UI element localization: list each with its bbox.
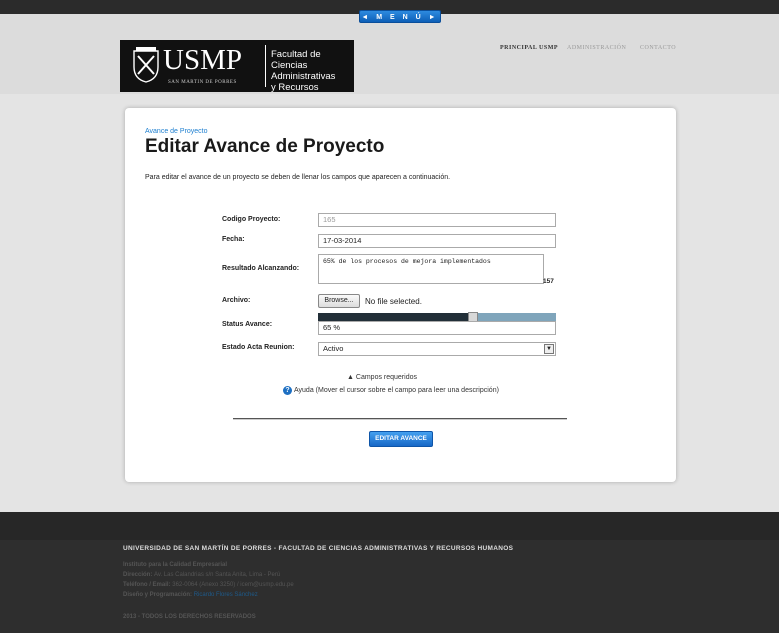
footer-diseno: Diseño y Programación: Ricardo Flores Sá… — [123, 592, 258, 598]
header — [0, 14, 779, 94]
char-counter: 157 — [543, 278, 554, 285]
chevron-down-icon[interactable]: ▼ — [544, 344, 554, 354]
help-note[interactable]: ? Ayuda (Mover el cursor sobre el campo p… — [283, 386, 499, 395]
logo-separator — [265, 45, 266, 87]
triangle-icon: ▲ — [347, 374, 354, 381]
estado-select[interactable]: Activo ▼ — [318, 342, 556, 356]
fecha-label: Fecha: — [222, 236, 245, 243]
intro-text: Para editar el avance de un proyecto se … — [145, 174, 451, 181]
form-card: Avance de Proyecto Editar Avance de Proy… — [125, 108, 676, 482]
estado-label: Estado Acta Reunion: — [222, 344, 295, 351]
fecha-field[interactable]: 17-03-2014 — [318, 234, 556, 248]
resultado-textarea[interactable]: 65% de los procesos de mejora implementa… — [318, 254, 544, 284]
page-title: Editar Avance de Proyecto — [145, 136, 385, 157]
required-note: ▲ Campos requeridos — [347, 374, 417, 381]
designer-link[interactable]: Ricardo Flores Sánchez — [194, 592, 258, 598]
logo-text: USMP — [163, 44, 242, 76]
logo-subtext: SAN MARTIN DE PORRES — [168, 80, 237, 85]
file-status: No file selected. — [365, 297, 422, 306]
resultado-label: Resultado Alcanzando: — [222, 265, 300, 272]
nav-contacto[interactable]: CONTACTO — [640, 45, 676, 51]
editar-avance-button[interactable]: EDITAR AVANCE — [369, 431, 433, 447]
divider — [233, 418, 567, 420]
nav-principal-usmp[interactable]: PRINCIPAL USMP — [500, 45, 558, 51]
footer-band — [0, 512, 779, 540]
status-slider[interactable] — [318, 312, 556, 322]
footer-copyright: 2013 - TODOS LOS DERECHOS RESERVADOS — [123, 614, 256, 620]
status-field[interactable]: 65 % — [318, 321, 556, 335]
footer-telefono: Teléfono / Email: 362-0064 (Anexo 3250) … — [123, 582, 294, 588]
help-icon[interactable]: ? — [283, 386, 292, 395]
status-label: Status Avance: — [222, 321, 273, 328]
footer: UNIVERSIDAD DE SAN MARTÍN DE PORRES - FA… — [0, 512, 779, 633]
slider-fill — [318, 313, 473, 321]
codigo-label: Codigo Proyecto: — [222, 216, 281, 223]
browse-button[interactable]: Browse... — [318, 294, 360, 308]
menu-toggle-button[interactable]: ◄ M E N Ú ► — [359, 10, 441, 23]
nav-administracion[interactable]: ADMINISTRACIÓN — [567, 45, 626, 51]
breadcrumb[interactable]: Avance de Proyecto — [145, 128, 208, 135]
usmp-logo[interactable]: USMP SAN MARTIN DE PORRES Facultad de Ci… — [120, 40, 354, 104]
footer-direccion: Dirección: Av. Las Calandrias s/n Santa … — [123, 572, 281, 578]
crest-icon — [133, 47, 159, 83]
footer-institute: Instituto para la Calidad Empresarial — [123, 562, 228, 568]
codigo-field[interactable]: 165 — [318, 213, 556, 227]
archivo-label: Archivo: — [222, 297, 251, 304]
footer-title: UNIVERSIDAD DE SAN MARTÍN DE PORRES - FA… — [123, 545, 514, 552]
estado-selected: Activo — [323, 344, 344, 353]
